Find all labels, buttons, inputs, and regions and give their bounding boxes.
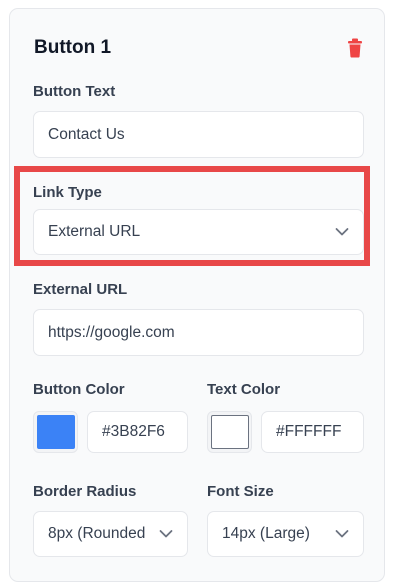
text-color-label: Text Color bbox=[207, 381, 281, 398]
button-color-value: #3B82F6 bbox=[102, 423, 165, 440]
link-type-value: External URL bbox=[48, 223, 141, 240]
chevron-down-icon bbox=[159, 530, 173, 538]
chevron-down-icon bbox=[335, 228, 349, 236]
button-color-swatch[interactable] bbox=[33, 411, 78, 453]
button-color-input[interactable]: #3B82F6 bbox=[87, 411, 188, 453]
external-url-label: External URL bbox=[33, 281, 128, 298]
text-color-swatch[interactable] bbox=[207, 411, 252, 453]
external-url-input[interactable]: https://google.com bbox=[33, 309, 364, 356]
button-text-value: Contact Us bbox=[48, 125, 125, 143]
button-text-label: Button Text bbox=[33, 83, 116, 100]
font-size-select[interactable]: 14px (Large) bbox=[207, 511, 364, 557]
card-title: Button 1 bbox=[34, 37, 112, 58]
text-color-value: #FFFFFF bbox=[276, 423, 342, 440]
button-color-label: Button Color bbox=[33, 381, 125, 398]
text-color-preview bbox=[210, 415, 249, 449]
font-size-value: 14px (Large) bbox=[222, 525, 310, 542]
chevron-down-icon bbox=[335, 530, 349, 538]
link-type-label: Link Type bbox=[33, 184, 102, 201]
button-text-input[interactable]: Contact Us bbox=[33, 111, 364, 158]
border-radius-label: Border Radius bbox=[33, 483, 137, 500]
link-type-select[interactable]: External URL bbox=[33, 209, 364, 255]
border-radius-value: 8px (Rounded bbox=[48, 525, 146, 542]
trash-icon[interactable] bbox=[346, 38, 364, 58]
text-color-input[interactable]: #FFFFFF bbox=[261, 411, 364, 453]
font-size-label: Font Size bbox=[207, 483, 274, 500]
external-url-value: https://google.com bbox=[48, 323, 175, 341]
button-settings-card: Button 1 Button Text Contact Us Link Typ… bbox=[9, 8, 385, 582]
border-radius-select[interactable]: 8px (Rounded bbox=[33, 511, 188, 557]
button-color-preview bbox=[36, 415, 75, 449]
